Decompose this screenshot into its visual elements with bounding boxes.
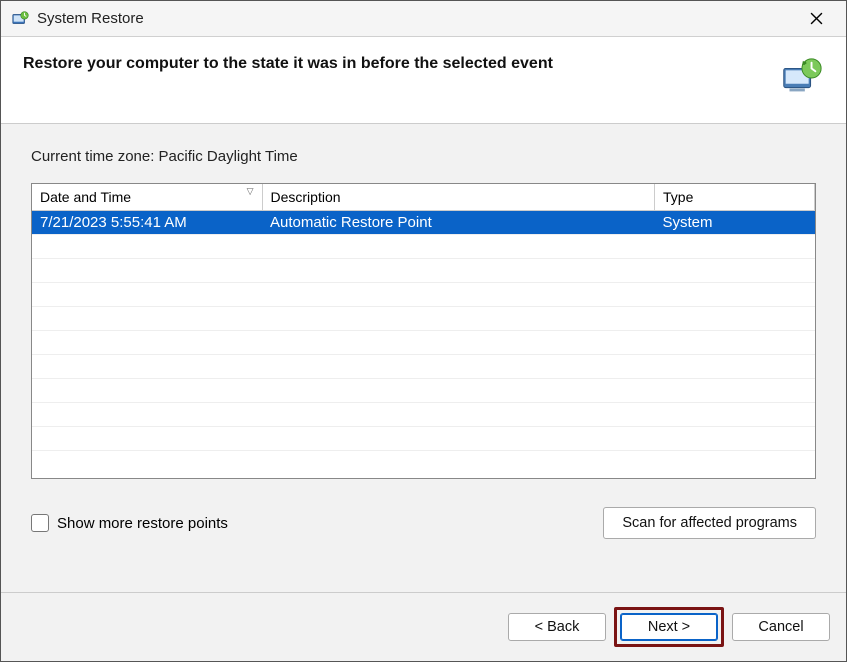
- table-row-empty: [32, 234, 815, 258]
- options-row: Show more restore points Scan for affect…: [31, 507, 816, 539]
- table-row-empty: [32, 282, 815, 306]
- close-button[interactable]: [794, 5, 838, 33]
- next-button[interactable]: Next >: [620, 613, 718, 641]
- table-row-empty: [32, 378, 815, 402]
- timezone-label: Current time zone: Pacific Daylight Time: [31, 148, 816, 165]
- column-label: Date and Time: [40, 189, 131, 205]
- tutorial-highlight: Next >: [614, 607, 724, 647]
- table-row-empty: [32, 258, 815, 282]
- checkbox-label: Show more restore points: [57, 515, 228, 532]
- app-icon: [11, 10, 29, 28]
- table-row-empty: [32, 354, 815, 378]
- column-label: Description: [271, 189, 341, 205]
- table-row-empty: [32, 426, 815, 450]
- sort-descending-icon: ▽: [247, 186, 254, 197]
- wizard-footer: < Back Next > Cancel: [1, 592, 846, 661]
- show-more-checkbox[interactable]: Show more restore points: [31, 514, 228, 532]
- column-header-description[interactable]: Description: [262, 184, 655, 210]
- header-band: Restore your computer to the state it wa…: [1, 37, 846, 124]
- column-label: Type: [663, 189, 693, 205]
- titlebar: System Restore: [1, 1, 846, 37]
- back-button[interactable]: < Back: [508, 613, 606, 641]
- table-row-empty: [32, 306, 815, 330]
- table-row-empty: [32, 330, 815, 354]
- column-header-type[interactable]: Type: [655, 184, 815, 210]
- content-area: Current time zone: Pacific Daylight Time…: [1, 124, 846, 592]
- restore-points-table[interactable]: Date and Time ▽ Description Type 7/21/20…: [31, 183, 816, 479]
- cell-description: Automatic Restore Point: [262, 210, 655, 234]
- table-row-empty: [32, 402, 815, 426]
- table-row[interactable]: 7/21/2023 5:55:41 AM Automatic Restore P…: [32, 210, 815, 234]
- column-header-datetime[interactable]: Date and Time ▽: [32, 184, 262, 210]
- page-heading: Restore your computer to the state it wa…: [23, 55, 553, 73]
- cell-type: System: [655, 210, 815, 234]
- cell-datetime: 7/21/2023 5:55:41 AM: [32, 210, 262, 234]
- cancel-button[interactable]: Cancel: [732, 613, 830, 641]
- checkbox-icon: [31, 514, 49, 532]
- window-title: System Restore: [37, 10, 794, 27]
- scan-affected-button[interactable]: Scan for affected programs: [603, 507, 816, 539]
- restore-hero-icon: [778, 55, 824, 101]
- table-header-row: Date and Time ▽ Description Type: [32, 184, 815, 210]
- system-restore-window: System Restore Restore your computer to …: [0, 0, 847, 662]
